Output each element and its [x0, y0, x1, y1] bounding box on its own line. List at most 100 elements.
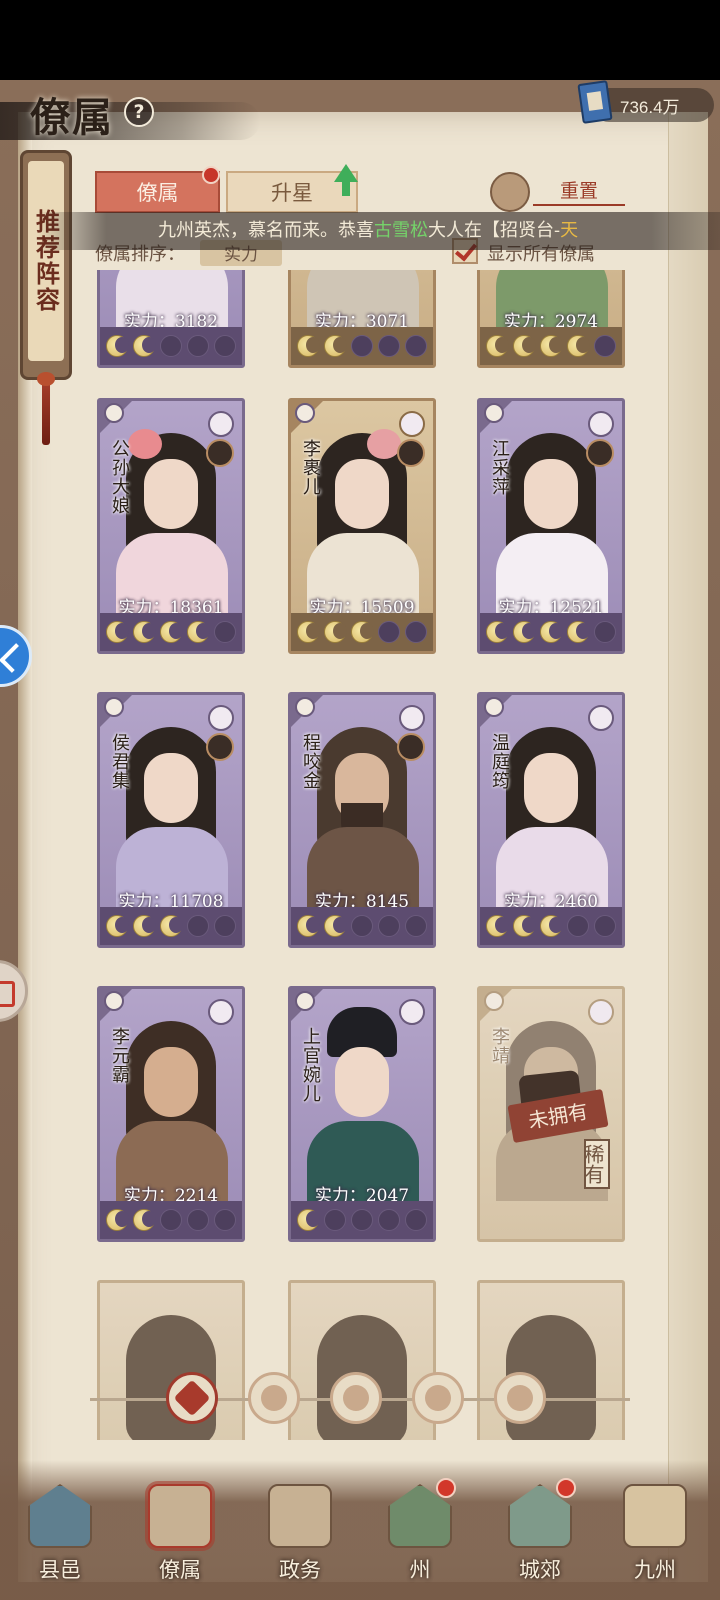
moon-star-icon	[567, 335, 590, 357]
page-title: 僚属	[30, 94, 114, 141]
flower-ornament	[367, 429, 401, 459]
tab-retainers[interactable]: 僚属	[95, 171, 220, 213]
empty-star-icon	[214, 915, 236, 937]
portrait-face	[335, 459, 389, 529]
portrait-face	[144, 753, 198, 823]
retainer-name: 李靖	[489, 1027, 510, 1065]
moon-star-icon	[106, 335, 129, 357]
nav-prefecture[interactable]: 州	[370, 1476, 470, 1600]
empty-star-icon	[378, 1209, 400, 1231]
empty-star-icon	[324, 1209, 346, 1231]
star-row	[100, 907, 242, 945]
star-row	[480, 327, 622, 365]
reset-button[interactable]: 重置	[533, 176, 625, 206]
announcement-prefix: 九州英杰，慕名而来。恭喜	[158, 220, 374, 241]
nav-affairs[interactable]: 政务	[250, 1476, 350, 1600]
star-row	[100, 613, 242, 651]
reset-icon[interactable]	[490, 172, 530, 212]
portraits-icon	[148, 1484, 212, 1548]
empty-star-icon	[160, 1209, 182, 1231]
nav-retainers[interactable]: 僚属	[130, 1476, 230, 1600]
empty-star-icon	[405, 915, 427, 937]
retainer-card-gongsun[interactable]: 公孙大娘 实力：18361	[97, 398, 245, 654]
nav-label: 县邑	[39, 1558, 81, 1582]
empty-star-icon	[187, 915, 209, 937]
moon-star-icon	[133, 1209, 156, 1231]
retainer-name: 李元霸	[109, 1027, 130, 1084]
star-row	[291, 907, 433, 945]
cloud-icon	[104, 991, 124, 1011]
cloud-icon	[484, 697, 504, 717]
empty-star-icon	[214, 1209, 236, 1231]
retainer-card-shangguan-waner[interactable]: 上官婉儿 实力：2047	[288, 986, 436, 1242]
scroll-icon	[268, 1484, 332, 1548]
star-row	[291, 1201, 433, 1239]
moon-star-icon	[486, 621, 509, 643]
empty-star-icon	[187, 335, 209, 357]
empty-star-icon	[351, 1209, 373, 1231]
portrait-face	[335, 1047, 389, 1117]
portrait-face	[524, 753, 578, 823]
retainer-card-li-jing[interactable]: 李靖 未拥有 稀有	[477, 986, 625, 1242]
moon-star-icon	[297, 621, 320, 643]
moon-star-icon	[297, 915, 320, 937]
partner-avatar	[206, 733, 234, 761]
partner-avatar	[397, 439, 425, 467]
star-row	[480, 613, 622, 651]
moon-star-icon	[513, 335, 536, 357]
nav-label: 僚属	[159, 1558, 201, 1582]
moon-star-icon	[324, 915, 347, 937]
retainer-card-li-yuanba[interactable]: 李元霸 实力：2214	[97, 986, 245, 1242]
empty-star-icon	[567, 915, 589, 937]
nav-suburbs[interactable]: 城郊	[490, 1476, 590, 1600]
moon-star-icon	[324, 335, 347, 357]
nav-label: 九州	[634, 1558, 676, 1582]
moon-star-icon	[106, 1209, 129, 1231]
pavilion-icon	[28, 1484, 92, 1548]
moon-star-icon	[187, 621, 210, 643]
empty-star-icon	[351, 335, 373, 357]
bell-icon	[261, 1385, 287, 1411]
filter-gourd-button[interactable]	[330, 1372, 382, 1424]
retainer-name: 程咬金	[300, 733, 321, 790]
announcement-banner: 九州英杰，慕名而来。恭喜古雪松大人在【招贤台-天	[38, 212, 720, 250]
retainer-card[interactable]: 实力：3182	[97, 270, 245, 368]
retainer-card[interactable]: 实力：2974	[477, 270, 625, 368]
moon-star-icon	[324, 621, 347, 643]
empty-star-icon	[187, 1209, 209, 1231]
partner-avatar	[206, 439, 234, 467]
notification-dot	[556, 1478, 576, 1498]
filter-fan-button[interactable]	[412, 1372, 464, 1424]
nav-nine-provinces[interactable]: 九州	[605, 1476, 705, 1600]
map-icon	[623, 1484, 687, 1548]
retainer-card-wen-tingyun[interactable]: 温庭筠 实力：2460	[477, 692, 625, 948]
shield-icon	[208, 999, 234, 1025]
filter-all-button[interactable]	[166, 1372, 218, 1424]
retainer-card-li-guoer[interactable]: 李裹儿 实力：15509	[288, 398, 436, 654]
star-row	[291, 613, 433, 651]
empty-star-icon	[405, 335, 427, 357]
filter-lion-button[interactable]	[494, 1372, 546, 1424]
help-button[interactable]: ?	[124, 97, 154, 127]
partner-avatar	[397, 733, 425, 761]
nav-county[interactable]: 县邑	[10, 1476, 110, 1600]
moon-star-icon	[540, 915, 563, 937]
retainer-card-jiang-caiping[interactable]: 江采萍 实力：12521	[477, 398, 625, 654]
empty-star-icon	[594, 335, 616, 357]
retainer-card-hou-junji[interactable]: 侯君集 实力：11708	[97, 692, 245, 948]
star-row	[100, 1201, 242, 1239]
retainer-card[interactable]: 实力：3071	[288, 270, 436, 368]
moon-star-icon	[297, 335, 320, 357]
moon-star-icon	[133, 915, 156, 937]
sword-icon	[208, 411, 234, 437]
moon-star-icon	[297, 1209, 320, 1231]
sword-icon	[208, 705, 234, 731]
retainer-card-cheng-yaojin[interactable]: 程咬金 实力：8145	[288, 692, 436, 948]
moon-star-icon	[513, 915, 536, 937]
announcement-middle: 大人在【招贤台-	[428, 220, 561, 241]
retainer-name: 江采萍	[489, 439, 510, 496]
filter-bell-button[interactable]	[248, 1372, 300, 1424]
moon-star-icon	[540, 621, 563, 643]
notification-dot	[436, 1478, 456, 1498]
gourd-icon	[343, 1385, 369, 1411]
